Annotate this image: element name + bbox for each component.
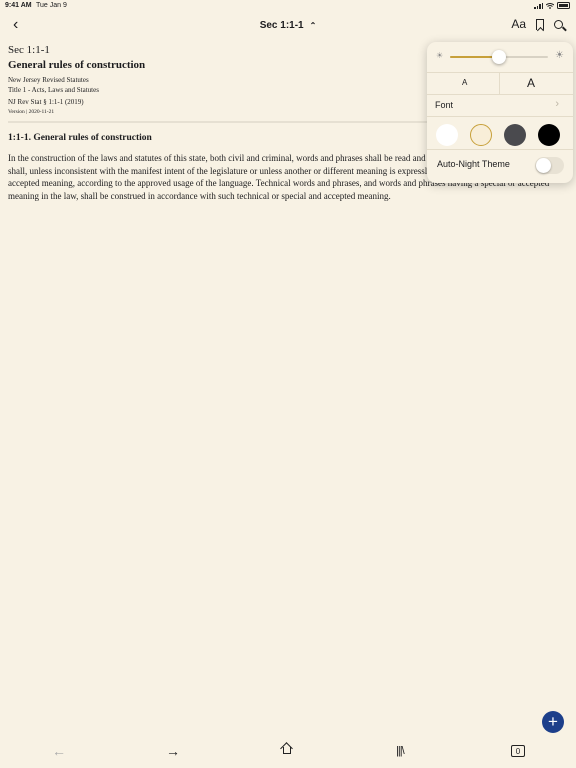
status-time: 9:41 AM — [5, 2, 32, 9]
bookmark-icon[interactable] — [536, 18, 544, 30]
nav-bar: ‹ Sec 1:1-1 ⌃ Aa — [0, 14, 576, 38]
arrow-right-icon[interactable]: → — [166, 743, 180, 759]
auto-night-toggle[interactable] — [535, 157, 564, 174]
library-icon[interactable]: |||\ — [396, 745, 405, 757]
search-icon[interactable] — [554, 19, 563, 29]
battery-icon — [557, 2, 570, 9]
auto-night-row: Auto-Night Theme — [427, 149, 573, 183]
arrow-left-icon[interactable]: ← — [52, 743, 66, 759]
theme-row — [427, 116, 573, 150]
nav-title-button[interactable]: Sec 1:1-1 ⌃ — [0, 20, 576, 31]
wifi-icon — [546, 2, 554, 9]
chevron-up-icon: ⌃ — [309, 21, 317, 30]
divider — [499, 72, 500, 94]
theme-sepia-button[interactable] — [470, 124, 492, 146]
theme-white-button[interactable] — [436, 124, 458, 146]
font-label: Font — [435, 100, 454, 110]
tabs-button[interactable]: 0 — [511, 745, 525, 757]
nav-actions: Aa — [511, 17, 563, 31]
decrease-text-size-button[interactable]: A — [462, 78, 467, 87]
appearance-popover: ☀ ☀ A A Font › Auto-Night Theme — [427, 42, 573, 183]
cellular-signal-icon — [534, 2, 543, 9]
font-row[interactable]: Font › — [427, 94, 573, 117]
increase-text-size-button[interactable]: A — [527, 76, 535, 90]
brightness-row: ☀ ☀ — [427, 42, 573, 73]
brightness-high-icon: ☀ — [555, 50, 564, 61]
auto-night-label: Auto-Night Theme — [437, 159, 510, 169]
theme-gray-button[interactable] — [504, 124, 526, 146]
status-date: Tue Jan 9 — [36, 2, 67, 9]
theme-black-button[interactable] — [538, 124, 560, 146]
add-button[interactable]: + — [542, 711, 564, 733]
brightness-slider-thumb[interactable] — [492, 50, 506, 64]
brightness-low-icon: ☀ — [436, 51, 444, 60]
toggle-knob — [536, 158, 551, 173]
text-settings-button[interactable]: Aa — [511, 17, 526, 31]
status-icons — [534, 2, 570, 9]
bottom-toolbar: ← → |||\ 0 — [0, 740, 576, 766]
nav-title: Sec 1:1-1 — [259, 20, 304, 31]
brightness-slider[interactable] — [450, 50, 548, 64]
text-size-row: A A — [427, 72, 573, 95]
status-bar: 9:41 AM Tue Jan 9 — [0, 0, 576, 14]
chevron-right-icon: › — [555, 98, 559, 110]
